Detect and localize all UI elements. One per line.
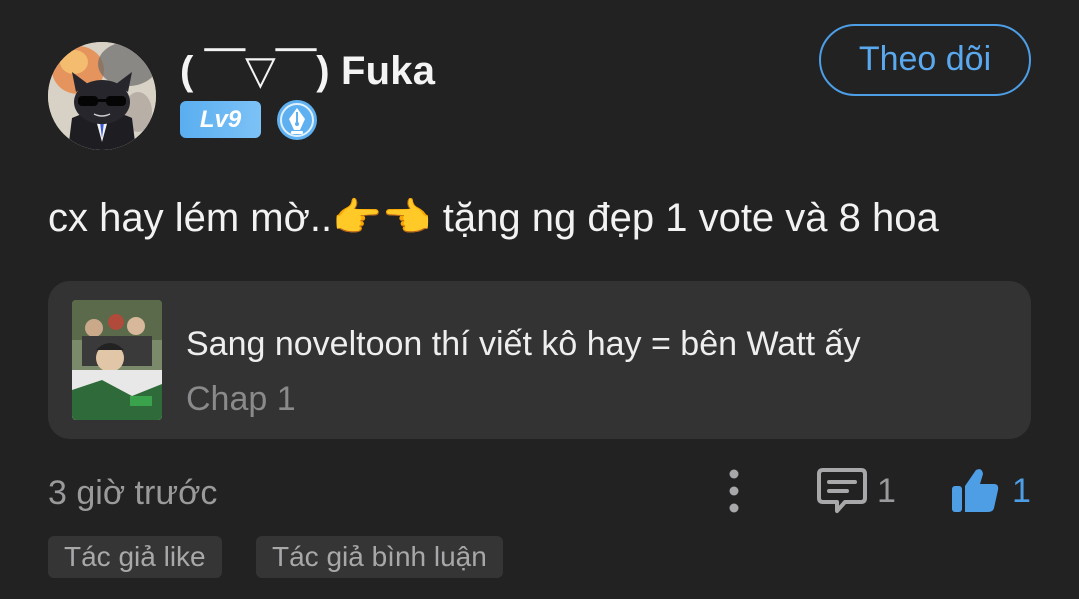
level-badge: Lv9 bbox=[180, 101, 261, 138]
vertical-dots-icon bbox=[729, 469, 739, 513]
story-title: Sang noveltoon thí viết kô hay = bên Wat… bbox=[186, 325, 861, 363]
reply-button[interactable]: 1 bbox=[815, 466, 905, 516]
comment-item: ( ￣▽￣) Fuka Lv9 Theo dõi cx hay lém mờ..… bbox=[0, 0, 1079, 599]
story-cover-image bbox=[72, 300, 162, 420]
avatar[interactable] bbox=[48, 42, 156, 150]
timestamp: 3 giờ trước bbox=[48, 474, 218, 512]
comment-count: 1 bbox=[877, 472, 896, 510]
like-count: 1 bbox=[1012, 472, 1031, 510]
follow-button[interactable]: Theo dõi bbox=[819, 24, 1031, 96]
username[interactable]: ( ￣▽￣) Fuka bbox=[180, 38, 435, 96]
like-button[interactable]: 1 bbox=[950, 466, 1040, 516]
more-options-button[interactable] bbox=[718, 466, 750, 516]
comment-bubble-icon bbox=[817, 468, 867, 513]
author-liked-tag: Tác giả like bbox=[48, 536, 222, 578]
author-commented-tag: Tác giả bình luận bbox=[256, 536, 503, 578]
comment-text: cx hay lém mờ..👉👈 tặng ng đẹp 1 vote và … bbox=[48, 196, 939, 240]
fountain-pen-icon bbox=[276, 99, 318, 141]
story-chapter: Chap 1 bbox=[186, 380, 296, 418]
story-card[interactable]: Sang noveltoon thí viết kô hay = bên Wat… bbox=[48, 281, 1031, 439]
thumbs-up-icon bbox=[952, 469, 999, 512]
